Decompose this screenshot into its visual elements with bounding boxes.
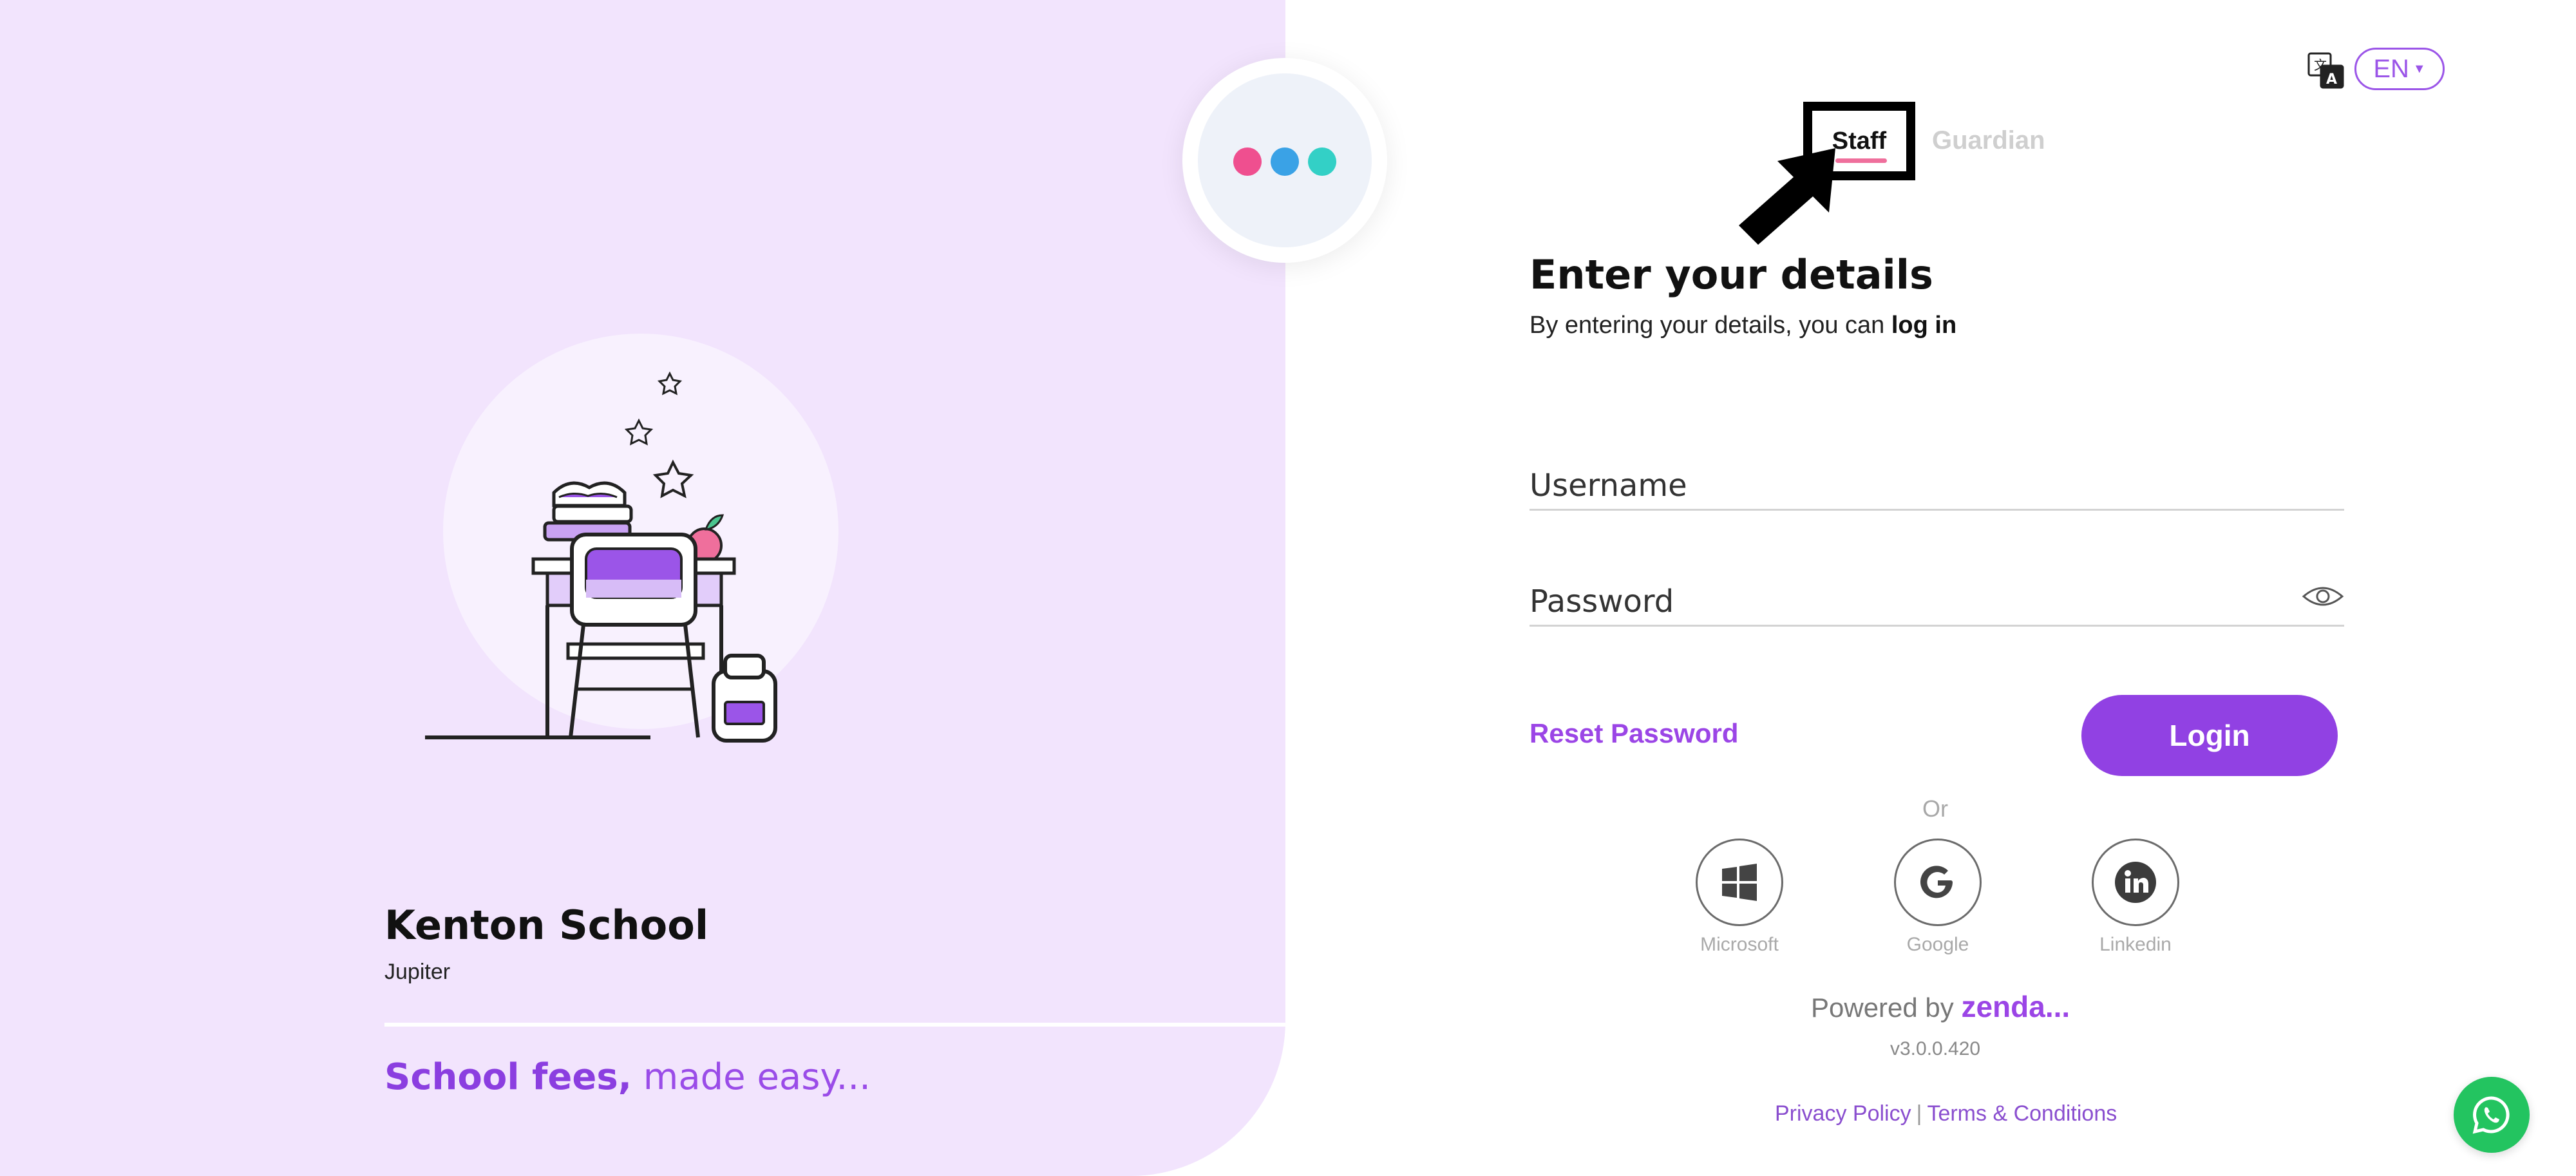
whatsapp-icon [2472, 1096, 2510, 1134]
footer-links: Privacy Policy | Terms & Conditions [1775, 1101, 2117, 1126]
username-field [1530, 451, 2344, 511]
active-tab-indicator [1835, 158, 1887, 163]
google-label: Google [1906, 934, 1969, 955]
powered-by-text: Powered by [1811, 992, 1954, 1023]
logo-dot-pink [1233, 147, 1262, 176]
google-login-button[interactable] [1894, 839, 1982, 926]
eye-icon[interactable] [2302, 582, 2344, 611]
privacy-policy-link[interactable]: Privacy Policy [1775, 1101, 1911, 1126]
logo-inner [1198, 73, 1372, 247]
linkedin-icon [2115, 862, 2156, 903]
tagline-rest: made easy... [631, 1056, 871, 1098]
microsoft-login-button[interactable] [1696, 839, 1783, 926]
school-subtitle: Jupiter [384, 960, 451, 984]
username-input[interactable] [1530, 468, 2270, 504]
password-input[interactable] [1530, 583, 2270, 620]
form-subtitle-text: By entering your details, you can [1530, 312, 1891, 339]
microsoft-login[interactable]: Microsoft [1694, 839, 1785, 956]
form-title: Enter your details [1530, 251, 1933, 298]
language-select[interactable]: EN ▼ [2354, 48, 2445, 90]
linkedin-login-button[interactable] [2092, 839, 2179, 926]
microsoft-label: Microsoft [1700, 934, 1779, 955]
app-version: v3.0.0.420 [1890, 1038, 1981, 1059]
linkedin-label: Linkedin [2099, 934, 2172, 955]
svg-text:文: 文 [2314, 57, 2327, 73]
reset-password-link[interactable]: Reset Password [1530, 718, 1738, 749]
whatsapp-chat-button[interactable] [2454, 1077, 2530, 1153]
powered-by: Powered by zenda... [1811, 989, 2070, 1024]
form-subtitle-bold: log in [1891, 312, 1957, 339]
linkedin-login[interactable]: Linkedin [2090, 839, 2181, 956]
google-icon [1920, 866, 1953, 898]
powered-by-brand: zenda... [1961, 990, 2070, 1023]
language-value: EN [2373, 54, 2409, 83]
form-subtitle: By entering your details, you can log in [1530, 312, 1956, 339]
app-logo [1182, 58, 1387, 263]
chevron-down-icon: ▼ [2412, 61, 2426, 76]
logo-dot-teal [1308, 147, 1336, 176]
password-field [1530, 567, 2344, 627]
footer-separator: | [1916, 1101, 1922, 1126]
tagline-bold: School fees, [384, 1056, 632, 1098]
school-name: Kenton School [384, 902, 709, 949]
login-button[interactable]: Login [2081, 695, 2338, 776]
or-separator: Or [1922, 795, 1948, 822]
divider [384, 1023, 1285, 1027]
logo-dot-blue [1271, 147, 1299, 176]
tagline: School fees, made easy... [384, 1056, 871, 1098]
pointer-arrow-icon [1739, 148, 1835, 245]
svg-text:A: A [2326, 71, 2337, 88]
terms-link[interactable]: Terms & Conditions [1927, 1101, 2117, 1126]
left-panel: Kenton School Jupiter School fees, made … [0, 0, 1285, 1176]
school-desk-illustration [425, 371, 777, 743]
windows-icon [1722, 864, 1757, 901]
translate-icon[interactable]: 文 A [2307, 52, 2345, 90]
tab-guardian[interactable]: Guardian [1932, 126, 2045, 155]
google-login[interactable]: Google [1892, 839, 1984, 956]
